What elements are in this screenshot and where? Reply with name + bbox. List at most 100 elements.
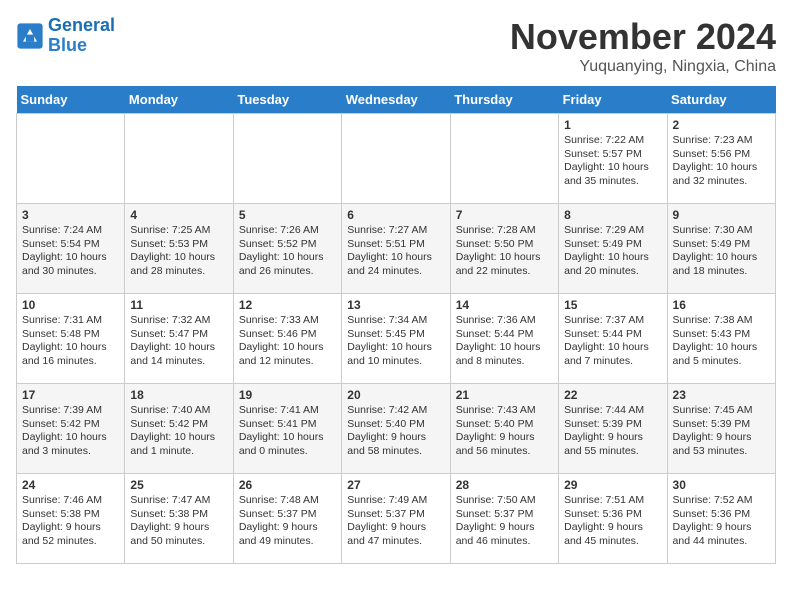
- calendar-cell: 23Sunrise: 7:45 AMSunset: 5:39 PMDayligh…: [667, 384, 775, 474]
- day-info: Daylight: 10 hours and 24 minutes.: [347, 251, 444, 278]
- weekday-header-tuesday: Tuesday: [233, 86, 341, 114]
- day-info: Daylight: 10 hours and 32 minutes.: [673, 161, 770, 188]
- calendar-cell: 11Sunrise: 7:32 AMSunset: 5:47 PMDayligh…: [125, 294, 233, 384]
- day-info: Sunrise: 7:43 AM: [456, 404, 553, 418]
- weekday-header-monday: Monday: [125, 86, 233, 114]
- weekday-header-row: SundayMondayTuesdayWednesdayThursdayFrid…: [17, 86, 776, 114]
- calendar-cell: [450, 114, 558, 204]
- day-info: Sunrise: 7:42 AM: [347, 404, 444, 418]
- day-info: Sunset: 5:47 PM: [130, 328, 227, 342]
- day-number: 7: [456, 208, 553, 222]
- day-number: 12: [239, 298, 336, 312]
- day-info: Daylight: 10 hours and 20 minutes.: [564, 251, 661, 278]
- day-number: 28: [456, 478, 553, 492]
- calendar-cell: 18Sunrise: 7:40 AMSunset: 5:42 PMDayligh…: [125, 384, 233, 474]
- day-info: Daylight: 10 hours and 30 minutes.: [22, 251, 119, 278]
- day-info: Daylight: 10 hours and 5 minutes.: [673, 341, 770, 368]
- day-number: 4: [130, 208, 227, 222]
- day-info: Sunrise: 7:41 AM: [239, 404, 336, 418]
- logo: General Blue: [16, 16, 115, 56]
- calendar-cell: 1Sunrise: 7:22 AMSunset: 5:57 PMDaylight…: [559, 114, 667, 204]
- day-info: Daylight: 10 hours and 3 minutes.: [22, 431, 119, 458]
- day-info: Sunrise: 7:38 AM: [673, 314, 770, 328]
- calendar-cell: 16Sunrise: 7:38 AMSunset: 5:43 PMDayligh…: [667, 294, 775, 384]
- day-info: Daylight: 10 hours and 14 minutes.: [130, 341, 227, 368]
- day-number: 29: [564, 478, 661, 492]
- day-info: Sunset: 5:36 PM: [564, 508, 661, 522]
- day-number: 8: [564, 208, 661, 222]
- day-info: Sunrise: 7:25 AM: [130, 224, 227, 238]
- day-info: Sunrise: 7:23 AM: [673, 134, 770, 148]
- day-info: Sunrise: 7:26 AM: [239, 224, 336, 238]
- day-info: Sunset: 5:42 PM: [22, 418, 119, 432]
- day-info: Daylight: 9 hours and 50 minutes.: [130, 521, 227, 548]
- day-info: Daylight: 10 hours and 8 minutes.: [456, 341, 553, 368]
- week-row-5: 24Sunrise: 7:46 AMSunset: 5:38 PMDayligh…: [17, 474, 776, 564]
- day-number: 17: [22, 388, 119, 402]
- day-info: Sunrise: 7:47 AM: [130, 494, 227, 508]
- day-number: 9: [673, 208, 770, 222]
- day-number: 25: [130, 478, 227, 492]
- calendar-cell: 2Sunrise: 7:23 AMSunset: 5:56 PMDaylight…: [667, 114, 775, 204]
- day-info: Daylight: 10 hours and 16 minutes.: [22, 341, 119, 368]
- day-info: Sunset: 5:45 PM: [347, 328, 444, 342]
- calendar-cell: 4Sunrise: 7:25 AMSunset: 5:53 PMDaylight…: [125, 204, 233, 294]
- day-info: Daylight: 9 hours and 55 minutes.: [564, 431, 661, 458]
- calendar-cell: 22Sunrise: 7:44 AMSunset: 5:39 PMDayligh…: [559, 384, 667, 474]
- day-info: Daylight: 10 hours and 18 minutes.: [673, 251, 770, 278]
- day-number: 23: [673, 388, 770, 402]
- day-info: Sunset: 5:46 PM: [239, 328, 336, 342]
- day-number: 2: [673, 118, 770, 132]
- day-info: Sunrise: 7:44 AM: [564, 404, 661, 418]
- calendar-cell: [233, 114, 341, 204]
- weekday-header-saturday: Saturday: [667, 86, 775, 114]
- calendar-cell: 29Sunrise: 7:51 AMSunset: 5:36 PMDayligh…: [559, 474, 667, 564]
- calendar-cell: 21 Sunrise: 7:43 AMSunset: 5:40 PMDayligh…: [450, 384, 558, 474]
- day-info: Sunrise: 7:49 AM: [347, 494, 444, 508]
- day-number: 3: [22, 208, 119, 222]
- day-info: Sunrise: 7:52 AM: [673, 494, 770, 508]
- day-number: 1: [564, 118, 661, 132]
- day-info: Sunset: 5:40 PM: [456, 418, 553, 432]
- day-info: Sunrise: 7:24 AM: [22, 224, 119, 238]
- weekday-header-sunday: Sunday: [17, 86, 125, 114]
- day-number: 24: [22, 478, 119, 492]
- day-number: 30: [673, 478, 770, 492]
- weekday-header-thursday: Thursday: [450, 86, 558, 114]
- calendar-cell: 25 Sunrise: 7:47 AMSunset: 5:38 PMDayligh…: [125, 474, 233, 564]
- calendar-cell: 17 Sunrise: 7:39 AMSunset: 5:42 PMDayligh…: [17, 384, 125, 474]
- day-info: Sunrise: 7:33 AM: [239, 314, 336, 328]
- day-info: Daylight: 10 hours and 1 minute.: [130, 431, 227, 458]
- day-info: Sunset: 5:42 PM: [130, 418, 227, 432]
- day-number: 21: [456, 388, 553, 402]
- calendar-cell: [17, 114, 125, 204]
- day-number: 27: [347, 478, 444, 492]
- day-info: Sunrise: 7:46 AM: [22, 494, 119, 508]
- calendar-cell: 10Sunrise: 7:31 AMSunset: 5:48 PMDayligh…: [17, 294, 125, 384]
- day-info: Daylight: 10 hours and 28 minutes.: [130, 251, 227, 278]
- day-number: 5: [239, 208, 336, 222]
- day-info: Sunrise: 7:30 AM: [673, 224, 770, 238]
- day-info: Sunset: 5:54 PM: [22, 238, 119, 252]
- day-info: Sunrise: 7:39 AM: [22, 404, 119, 418]
- day-info: Sunset: 5:38 PM: [130, 508, 227, 522]
- day-info: Daylight: 10 hours and 12 minutes.: [239, 341, 336, 368]
- week-row-1: 1Sunrise: 7:22 AMSunset: 5:57 PMDaylight…: [17, 114, 776, 204]
- calendar-cell: 20Sunrise: 7:42 AMSunset: 5:40 PMDayligh…: [342, 384, 450, 474]
- day-number: 18: [130, 388, 227, 402]
- day-info: Sunrise: 7:34 AM: [347, 314, 444, 328]
- day-info: Sunset: 5:52 PM: [239, 238, 336, 252]
- day-info: Sunrise: 7:51 AM: [564, 494, 661, 508]
- weekday-header-wednesday: Wednesday: [342, 86, 450, 114]
- day-number: 6: [347, 208, 444, 222]
- day-info: Daylight: 9 hours and 44 minutes.: [673, 521, 770, 548]
- week-row-3: 10Sunrise: 7:31 AMSunset: 5:48 PMDayligh…: [17, 294, 776, 384]
- calendar-cell: 5Sunrise: 7:26 AMSunset: 5:52 PMDaylight…: [233, 204, 341, 294]
- day-info: Daylight: 9 hours and 56 minutes.: [456, 431, 553, 458]
- day-info: Sunset: 5:44 PM: [564, 328, 661, 342]
- day-number: 14: [456, 298, 553, 312]
- day-info: Sunset: 5:37 PM: [347, 508, 444, 522]
- day-number: 16: [673, 298, 770, 312]
- day-number: 10: [22, 298, 119, 312]
- logo-text: General Blue: [48, 16, 115, 56]
